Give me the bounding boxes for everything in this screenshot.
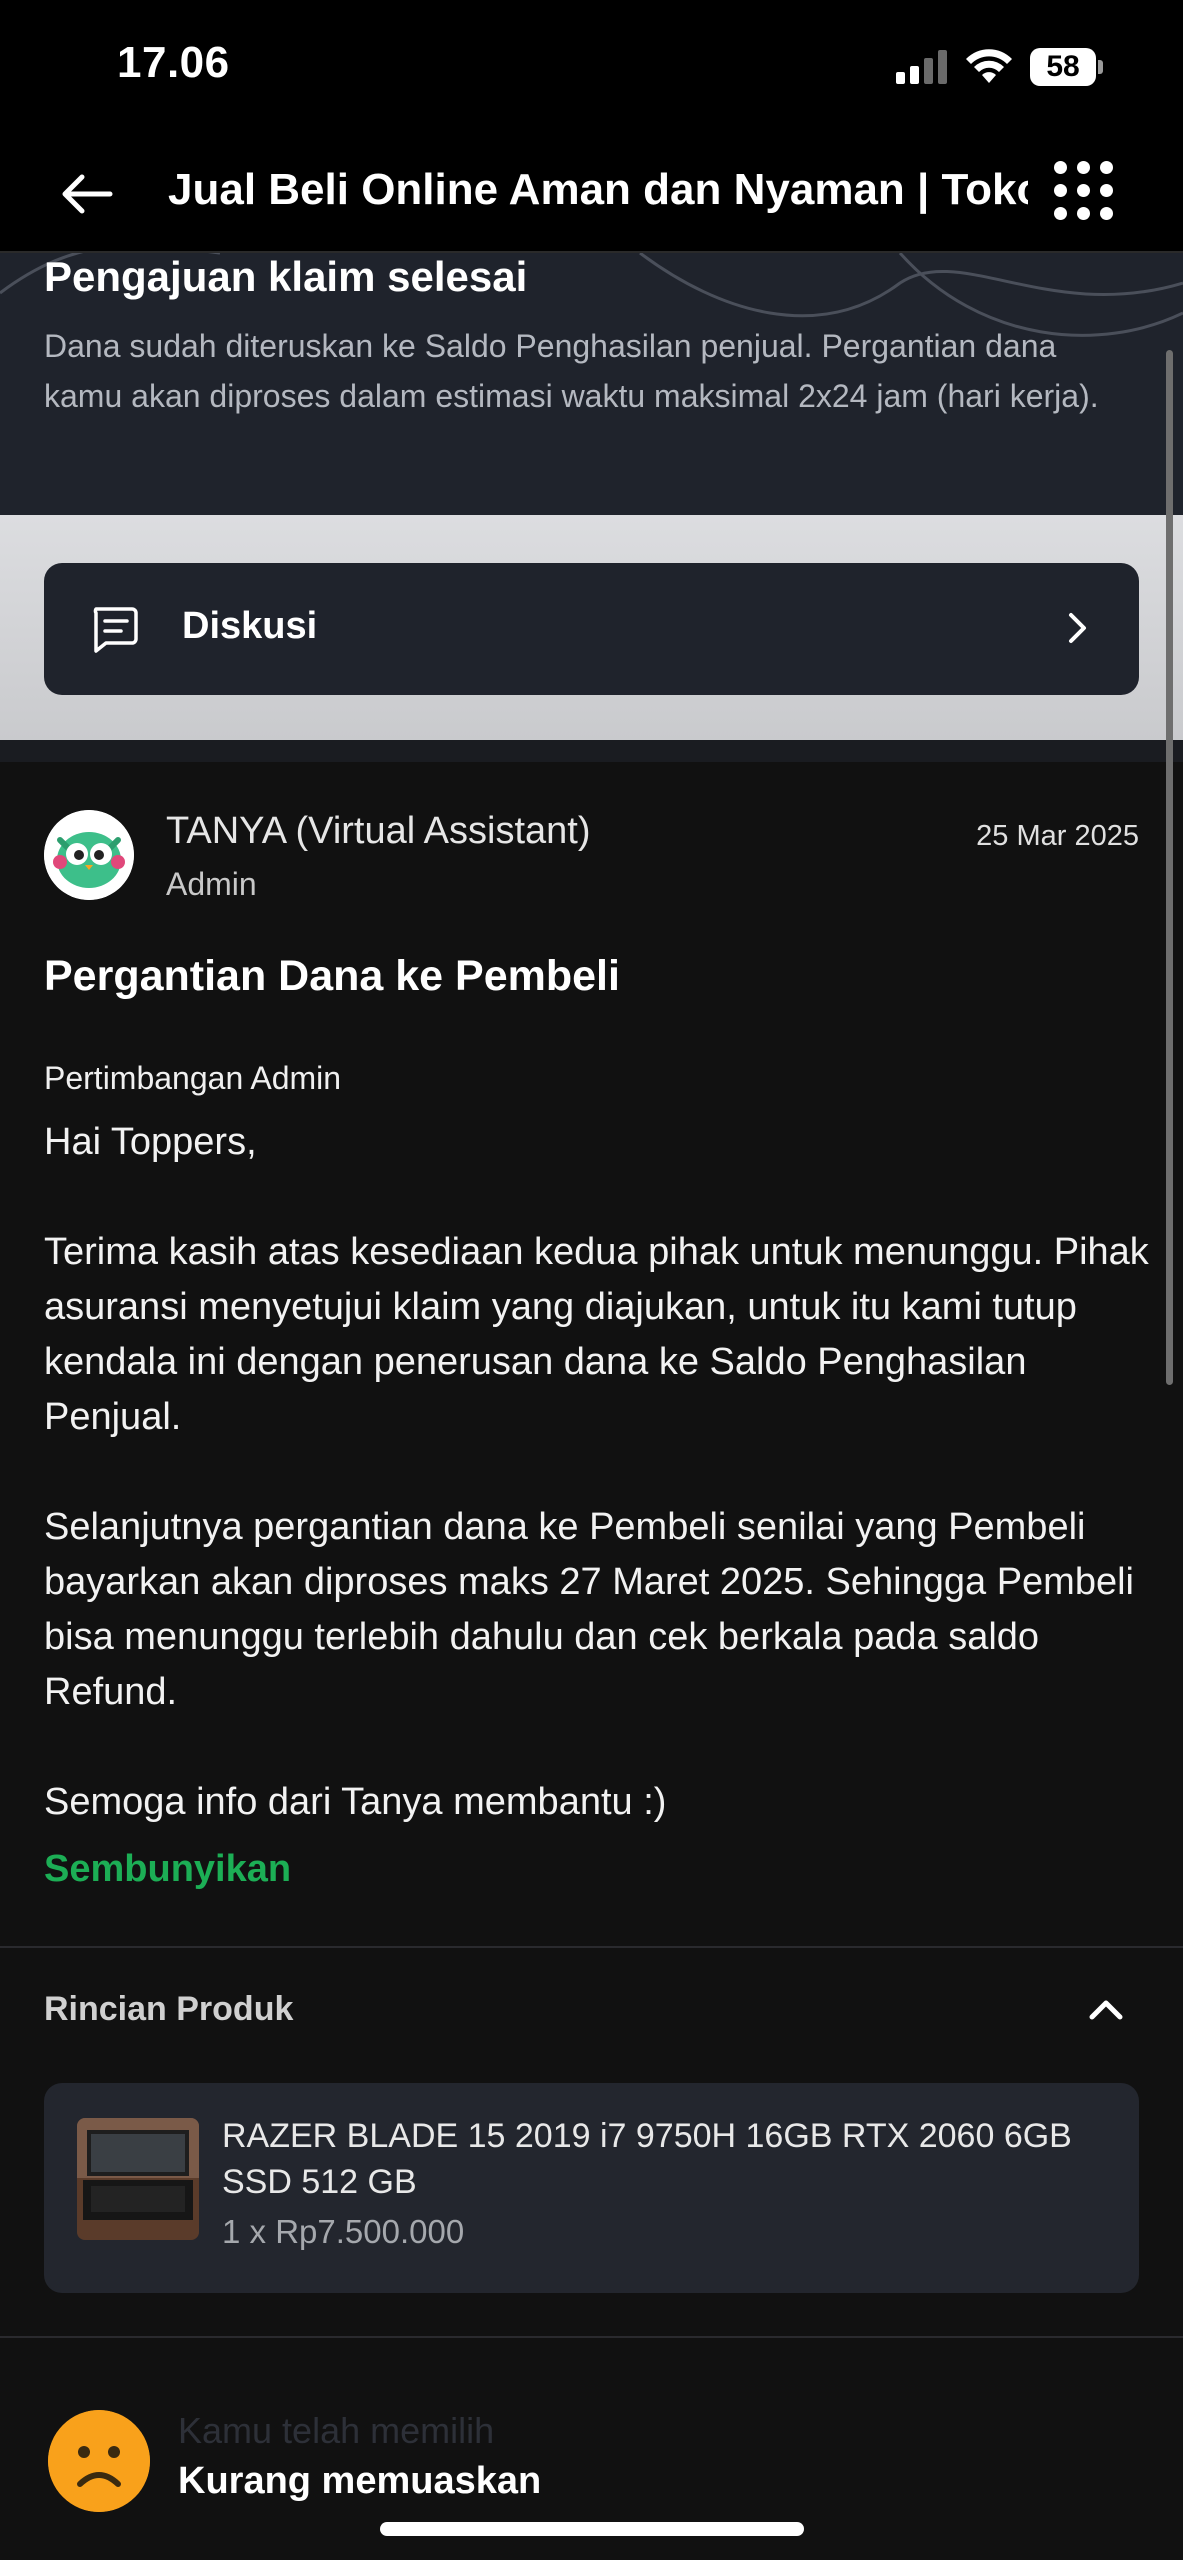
rating-value: Kurang memuaskan (178, 2460, 542, 2502)
back-arrow-icon[interactable] (52, 159, 122, 229)
product-section-title: Rincian Produk (44, 1990, 294, 2028)
discussion-label: Diskusi (182, 605, 318, 647)
product-card[interactable]: RAZER BLADE 15 2019 i7 9750H 16GB RTX 20… (44, 2083, 1139, 2293)
chevron-up-icon[interactable] (1084, 1988, 1128, 2032)
message-date: 25 Mar 2025 (976, 820, 1139, 852)
signal-icon (896, 50, 948, 84)
page-title: Jual Beli Online Aman dan Nyaman | Tokop… (168, 165, 1028, 214)
status-bar: 17.06 58 (0, 0, 1183, 135)
sad-face-icon (48, 2410, 150, 2512)
message-paragraph: Terima kasih atas kesediaan kedua pihak … (44, 1231, 1149, 1438)
owl-mascot-icon (44, 810, 134, 900)
divider (0, 1946, 1183, 1948)
top-nav: Jual Beli Online Aman dan Nyaman | Tokop… (0, 135, 1183, 253)
home-indicator[interactable] (380, 2522, 804, 2536)
claim-description: Dana sudah diteruskan ke Saldo Penghasil… (44, 328, 1099, 414)
message-paragraph: Semoga info dari Tanya membantu :) (44, 1781, 667, 1823)
battery-icon: 58 (1030, 48, 1103, 86)
battery-level: 58 (1046, 50, 1080, 83)
message-body: Hai Toppers, Terima kasih atas kesediaan… (44, 1115, 1154, 1830)
product-image (77, 2118, 199, 2240)
claim-title: Pengajuan klaim selesai (44, 253, 528, 300)
product-price: 1 x Rp7.500.000 (222, 2213, 465, 2250)
sender-name: TANYA (Virtual Assistant) (166, 810, 591, 852)
chevron-right-icon (1069, 613, 1086, 643)
status-time: 17.06 (117, 38, 230, 87)
scrollbar[interactable] (1166, 350, 1173, 1385)
hide-message-link[interactable]: Sembunyikan (44, 1848, 291, 1891)
product-name: RAZER BLADE 15 2019 i7 9750H 16GB RTX 20… (222, 2117, 1072, 2201)
discussion-section: Diskusi (0, 515, 1183, 740)
claim-status-banner: Pengajuan klaim selesai Dana sudah diter… (0, 253, 1183, 515)
message-paragraph: Selanjutnya pergantian dana ke Pembeli s… (44, 1506, 1134, 1713)
divider (0, 2336, 1183, 2338)
wifi-icon (966, 49, 1012, 83)
message-paragraph: Hai Toppers, (44, 1121, 257, 1163)
avatar (44, 810, 134, 900)
sender-role: Admin (166, 866, 257, 902)
menu-grid-icon[interactable] (1054, 161, 1114, 221)
message-subtitle: Pertimbangan Admin (44, 1060, 342, 1096)
section-separator (0, 740, 1183, 762)
rating-caption: Kamu telah memilih (178, 2410, 495, 2451)
message-title: Pergantian Dana ke Pembeli (44, 952, 620, 1000)
chat-bubble-icon (93, 607, 138, 653)
discussion-button[interactable]: Diskusi (44, 563, 1139, 695)
